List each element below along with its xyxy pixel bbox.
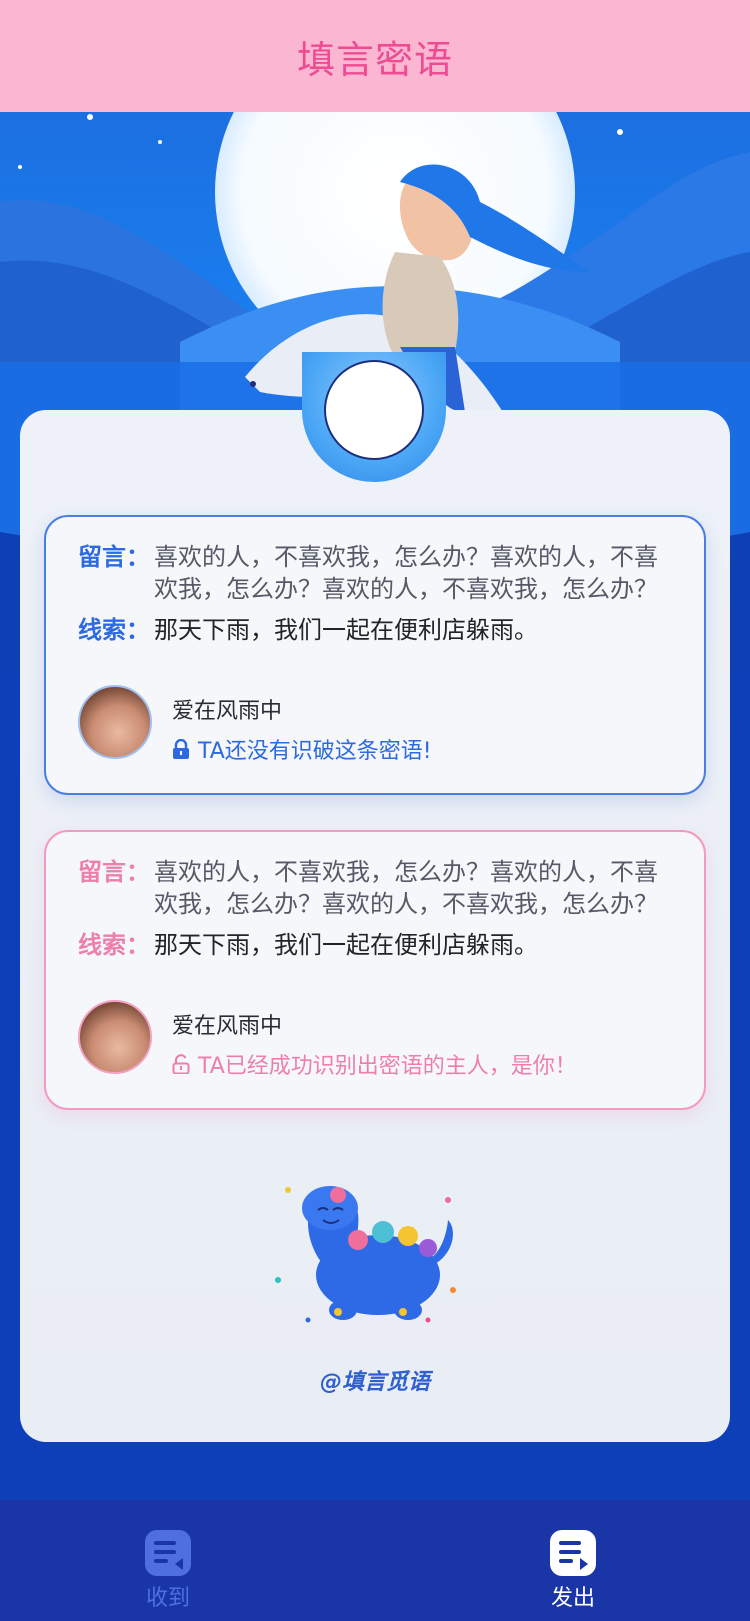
inbox-icon: [145, 1530, 191, 1576]
clue-text: 那天下雨，我们一起在便利店躲雨。: [154, 931, 538, 959]
unlock-icon: [172, 1054, 190, 1074]
lock-icon: [173, 739, 189, 759]
bottom-tab-bar: 收到 发出: [0, 1500, 750, 1621]
message-text: 喜欢的人，不喜欢我，怎么办？喜欢的人，不喜欢我，怎么办？喜欢的人，不喜欢我，怎么…: [154, 543, 658, 603]
user-name: 爱在风雨中: [172, 699, 283, 724]
clue-text: 那天下雨，我们一起在便利店躲雨。: [154, 616, 538, 644]
page-title: 填言密语: [296, 37, 453, 82]
clue-row: 线索： 那天下雨，我们一起在便利店躲雨。: [78, 614, 664, 646]
user-avatar[interactable]: [78, 1000, 152, 1074]
message-label: 留言：: [78, 543, 150, 571]
message-label: 留言：: [78, 858, 150, 886]
user-name: 爱在风雨中: [172, 1014, 283, 1039]
tab-received-label: 收到: [145, 1586, 190, 1611]
message-card[interactable]: 留言： 喜欢的人，不喜欢我，怎么办？喜欢的人，不喜欢我，怎么办？喜欢的人，不喜欢…: [44, 515, 706, 795]
message-card[interactable]: 留言： 喜欢的人，不喜欢我，怎么办？喜欢的人，不喜欢我，怎么办？喜欢的人，不喜欢…: [44, 830, 706, 1110]
status-line: TA已经成功识别出密语的主人，是你！: [172, 1048, 577, 1080]
brand-signature: @填言觅语: [319, 1370, 430, 1395]
user-avatar[interactable]: [78, 685, 152, 759]
tab-sent[interactable]: 发出: [513, 1528, 633, 1612]
tab-received[interactable]: 收到: [108, 1528, 228, 1612]
tab-sent-label: 发出: [550, 1586, 595, 1611]
header-bar: 填言密语: [0, 0, 750, 112]
dinosaur-mascot-image: [268, 1170, 468, 1340]
clue-row: 线索： 那天下雨，我们一起在便利店躲雨。: [78, 929, 664, 961]
message-text: 喜欢的人，不喜欢我，怎么办？喜欢的人，不喜欢我，怎么办？喜欢的人，不喜欢我，怎么…: [154, 858, 658, 918]
profile-avatar[interactable]: [302, 352, 446, 482]
outbox-icon: [550, 1530, 596, 1576]
clue-label: 线索：: [78, 616, 150, 644]
status-text: TA已经成功识别出密语的主人，是你！: [198, 1054, 577, 1079]
clue-label: 线索：: [78, 931, 150, 959]
message-row: 留言： 喜欢的人，不喜欢我，怎么办？喜欢的人，不喜欢我，怎么办？喜欢的人，不喜欢…: [78, 541, 664, 605]
status-line: TA还没有识破这条密语!: [172, 733, 432, 765]
status-text: TA还没有识破这条密语!: [198, 739, 432, 764]
message-row: 留言： 喜欢的人，不喜欢我，怎么办？喜欢的人，不喜欢我，怎么办？喜欢的人，不喜欢…: [78, 856, 664, 920]
avatar-placeholder: [324, 360, 424, 460]
